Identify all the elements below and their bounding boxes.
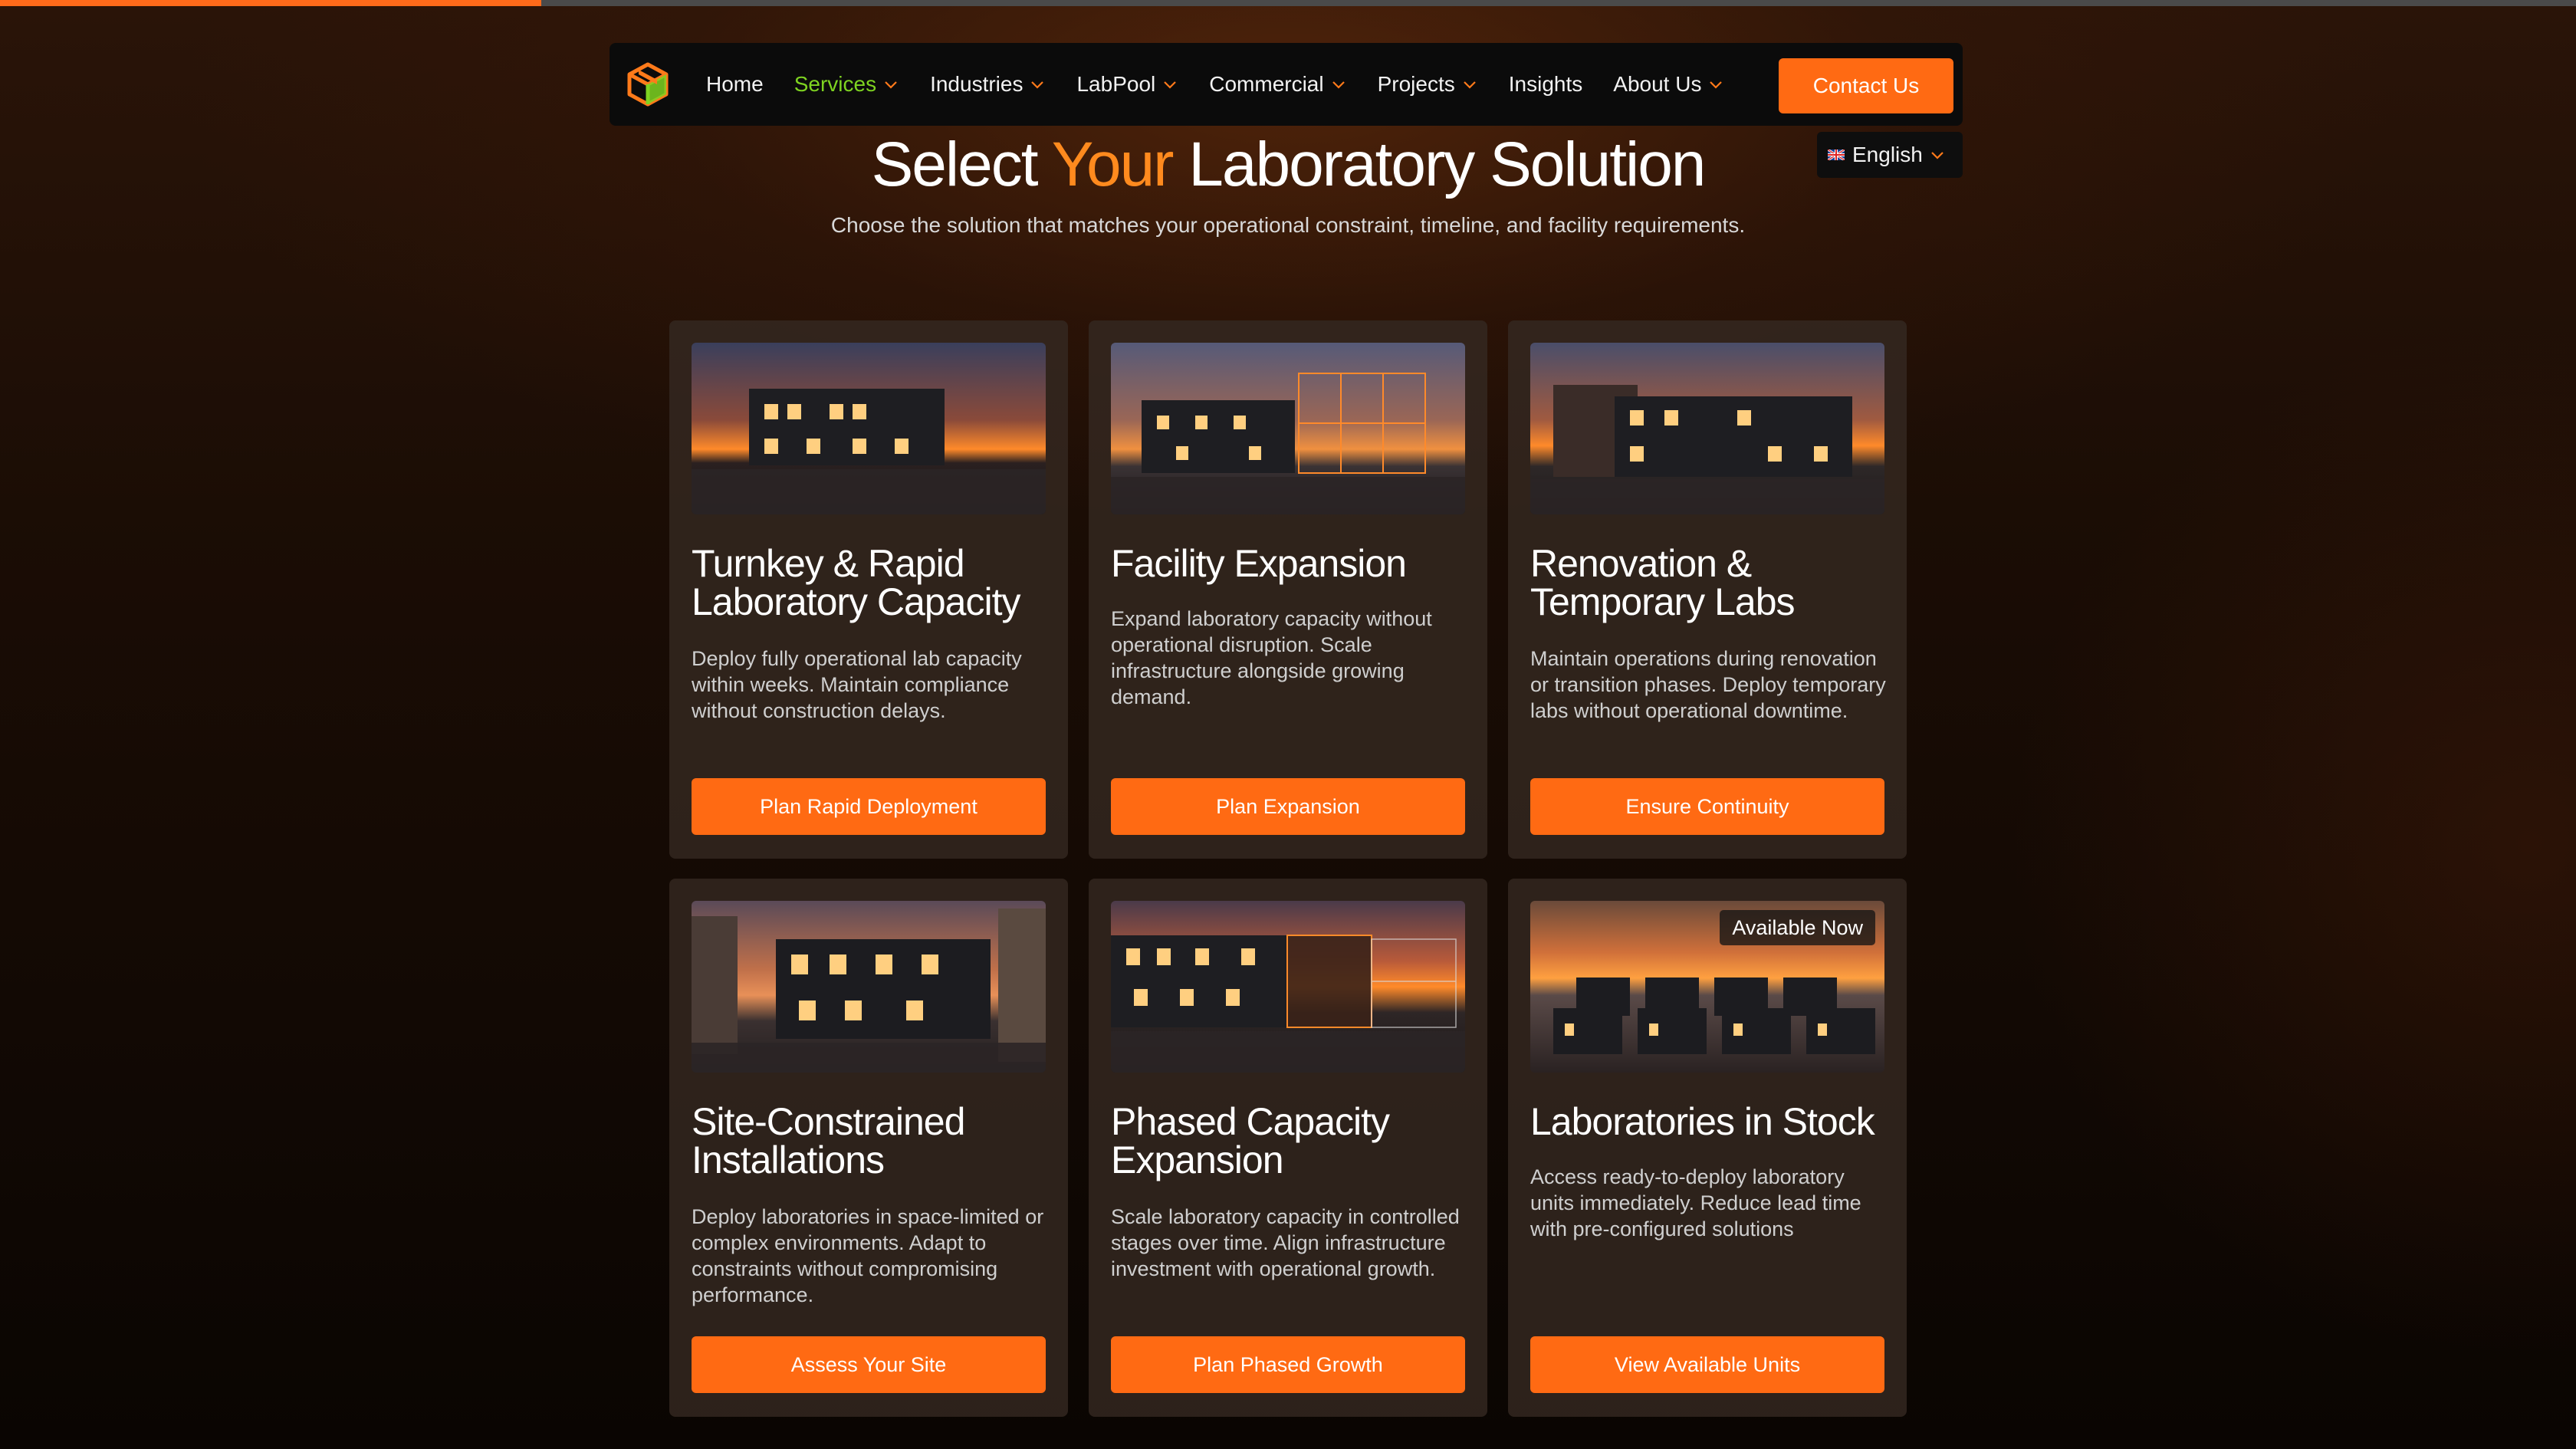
nav-item-labpool[interactable]: LabPool: [1076, 72, 1178, 97]
nav-item-label: Industries: [930, 72, 1024, 96]
nav-item-services[interactable]: Services: [794, 72, 899, 97]
plan-phased-growth-button[interactable]: Plan Phased Growth: [1111, 1336, 1465, 1393]
card-image-expansion: [1111, 343, 1465, 514]
chevron-down-icon: [1330, 76, 1347, 93]
nav-item-label: LabPool: [1076, 72, 1156, 96]
card-description: Deploy fully operational lab capacity wi…: [692, 647, 1022, 722]
chevron-down-icon: [1707, 76, 1724, 93]
assess-your-site-button[interactable]: Assess Your Site: [692, 1336, 1046, 1393]
title-part-1: Select: [871, 130, 1052, 199]
nav-item-projects[interactable]: Projects: [1378, 72, 1478, 97]
nav-item-label: Home: [706, 72, 764, 96]
card-title: Renovation & Temporary Labs: [1530, 542, 1796, 623]
solution-card-turnkey: Turnkey & Rapid Laboratory Capacity Depl…: [669, 320, 1068, 859]
solution-card-site-constrained: Site-Constrained Installations Deploy la…: [669, 879, 1068, 1417]
card-description: Maintain operations during renovation or…: [1530, 647, 1886, 722]
card-image-in-stock: Available Now: [1530, 901, 1884, 1073]
plan-expansion-button[interactable]: Plan Expansion: [1111, 778, 1465, 835]
nav-item-insights[interactable]: Insights: [1509, 72, 1583, 97]
chevron-down-icon: [882, 76, 899, 93]
plan-rapid-deployment-button[interactable]: Plan Rapid Deployment: [692, 778, 1046, 835]
card-title: Phased Capacity Expansion: [1111, 1100, 1390, 1181]
available-now-badge: Available Now: [1720, 910, 1875, 945]
card-title: Turnkey & Rapid Laboratory Capacity: [692, 542, 1020, 623]
card-description: Expand laboratory capacity without opera…: [1111, 607, 1432, 708]
card-title: Site-Constrained Installations: [692, 1100, 965, 1181]
nav-menu: Home Services Industries LabPool Commercial P…: [706, 43, 1755, 126]
contact-us-button[interactable]: Contact Us: [1779, 58, 1953, 113]
title-part-2: Laboratory Solution: [1172, 130, 1706, 199]
scroll-progress-track: [0, 0, 2576, 6]
solution-card-phased: Phased Capacity Expansion Scale laborato…: [1089, 879, 1487, 1417]
card-description: Deploy laboratories in space-limited or …: [692, 1205, 1044, 1306]
nav-item-home[interactable]: Home: [706, 72, 764, 97]
card-image-phased: [1111, 901, 1465, 1073]
card-title: Facility Expansion: [1111, 542, 1407, 585]
nav-item-label: Projects: [1377, 72, 1455, 96]
chevron-down-icon: [1461, 76, 1478, 93]
scroll-progress-fill: [0, 0, 541, 6]
ensure-continuity-button[interactable]: Ensure Continuity: [1530, 778, 1884, 835]
cube-logo-icon[interactable]: [625, 61, 671, 107]
nav-item-commercial[interactable]: Commercial: [1209, 72, 1346, 97]
nav-item-label: Commercial: [1209, 72, 1324, 96]
chevron-down-icon: [1162, 76, 1178, 93]
nav-item-industries[interactable]: Industries: [930, 72, 1046, 97]
title-accent: Your: [1051, 130, 1175, 199]
chevron-down-icon: [1029, 76, 1046, 93]
nav-item-label: Insights: [1508, 72, 1583, 96]
solution-card-in-stock: Available Now Laboratories in Stock Acce…: [1508, 879, 1907, 1417]
nav-item-label: Services: [794, 72, 877, 96]
main-navbar: Home Services Industries LabPool Commercial P…: [610, 43, 1963, 126]
solution-card-renovation: Renovation & Temporary Labs Maintain ope…: [1508, 320, 1907, 859]
view-available-units-button[interactable]: View Available Units: [1530, 1336, 1884, 1393]
solution-card-expansion: Facility Expansion Expand laboratory cap…: [1089, 320, 1487, 859]
nav-item-about-us[interactable]: About Us: [1613, 72, 1724, 97]
card-description: Access ready-to-deploy laboratory units …: [1530, 1165, 1861, 1240]
card-title: Laboratories in Stock: [1530, 1100, 1875, 1143]
card-image-site-constrained: [692, 901, 1046, 1073]
nav-item-label: About Us: [1613, 72, 1702, 96]
card-image-turnkey: [692, 343, 1046, 514]
card-description: Scale laboratory capacity in controlled …: [1111, 1205, 1460, 1280]
page-subtitle: Choose the solution that matches your op…: [830, 213, 1746, 237]
card-image-renovation: [1530, 343, 1884, 514]
page-title: Select Your Laboratory Solution: [0, 129, 2576, 201]
